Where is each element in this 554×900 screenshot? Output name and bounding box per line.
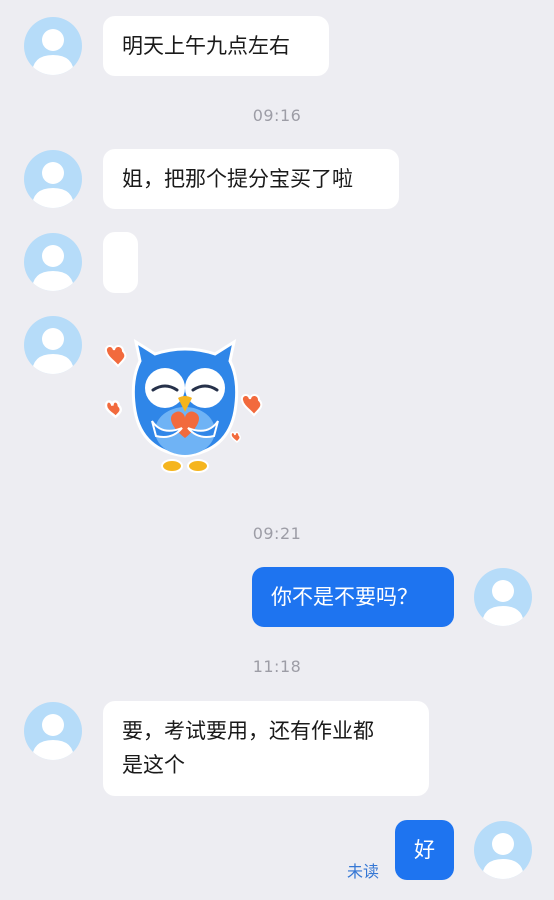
contact-avatar[interactable]	[24, 150, 82, 208]
message-text: 好	[414, 838, 435, 862]
message-text: 你不是不要吗？	[271, 585, 418, 609]
owl-hugging-heart-sticker-icon	[104, 338, 263, 473]
default-user-icon	[32, 162, 74, 208]
default-user-icon	[32, 714, 74, 760]
contact-avatar[interactable]	[24, 316, 82, 374]
default-user-icon	[32, 328, 74, 374]
message-bubble-incoming[interactable]: 姐，把那个提分宝买了啦	[103, 149, 399, 209]
default-user-icon	[482, 833, 524, 879]
message-bubble-outgoing[interactable]: 好	[395, 820, 454, 880]
owl-sticker[interactable]	[100, 336, 270, 481]
default-user-icon	[32, 29, 74, 75]
contact-avatar[interactable]	[24, 702, 82, 760]
default-user-icon	[482, 580, 524, 626]
my-avatar[interactable]	[474, 568, 532, 626]
message-bubble-incoming[interactable]: 要，考试要用，还有作业都 是这个	[103, 701, 429, 796]
contact-avatar[interactable]	[24, 233, 82, 291]
message-text: 姐，把那个提分宝买了啦	[122, 167, 353, 191]
message-text: 明天上午九点左右	[122, 34, 290, 58]
my-avatar[interactable]	[474, 821, 532, 879]
message-bubble-outgoing[interactable]: 你不是不要吗？	[252, 567, 454, 627]
message-bubble-incoming[interactable]	[103, 232, 138, 293]
timestamp: 09:16	[252, 106, 302, 125]
message-text-line: 要，考试要用，还有作业都	[122, 719, 374, 743]
timestamp: 11:18	[252, 657, 302, 676]
default-user-icon	[32, 245, 74, 291]
timestamp: 09:21	[252, 524, 302, 543]
unread-status: 未读	[347, 862, 380, 881]
message-bubble-incoming[interactable]: 明天上午九点左右	[103, 16, 329, 76]
contact-avatar[interactable]	[24, 17, 82, 75]
message-text-line: 是这个	[122, 753, 185, 777]
